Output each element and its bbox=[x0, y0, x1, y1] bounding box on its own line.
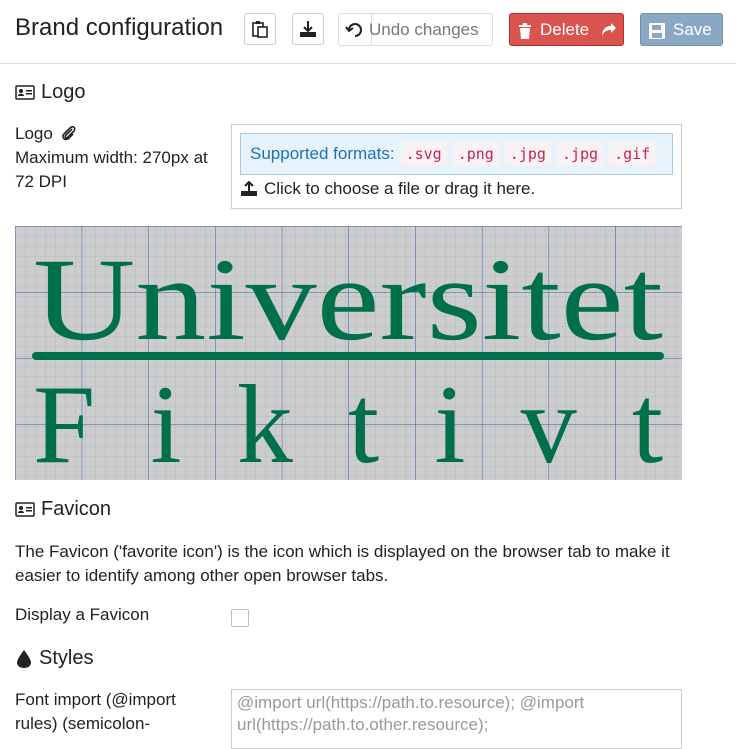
logo-max-width-hint: Maximum width: 270px at 72 DPI bbox=[15, 148, 208, 191]
save-label: Save bbox=[673, 20, 712, 39]
undo-icon bbox=[345, 22, 362, 37]
upload-icon bbox=[241, 181, 257, 196]
choose-file-text: Click to choose a file or drag it here. bbox=[264, 179, 536, 198]
logo-field-label: Logo bbox=[15, 122, 77, 146]
supported-formats-label: Supported formats: bbox=[250, 144, 395, 163]
favicon-section-heading: Favicon bbox=[15, 498, 111, 521]
format-chip: .svg bbox=[400, 142, 447, 166]
undo-icon-box bbox=[339, 14, 372, 45]
id-card-icon bbox=[15, 85, 35, 100]
undo-changes-button[interactable]: Undo changes bbox=[338, 13, 493, 46]
delete-button[interactable]: Delete bbox=[509, 13, 624, 46]
favicon-heading-text: Favicon bbox=[41, 498, 112, 520]
share-arrow-icon bbox=[602, 23, 616, 36]
top-toolbar: Brand configuration Undo changes Delete bbox=[0, 0, 736, 64]
id-card-icon bbox=[15, 502, 35, 517]
download-icon bbox=[300, 21, 316, 37]
favicon-description: The Favicon ('favorite icon') is the ico… bbox=[15, 542, 670, 585]
delete-label: Delete bbox=[540, 20, 590, 39]
format-chip: .jpg bbox=[556, 142, 604, 166]
tint-drop-icon bbox=[17, 649, 31, 668]
paperclip-icon bbox=[61, 125, 75, 141]
trash-icon bbox=[519, 23, 531, 39]
format-chip: .gif bbox=[609, 142, 656, 166]
format-chip: .png bbox=[452, 142, 499, 166]
styles-section-heading: Styles bbox=[15, 647, 93, 670]
styles-heading-text: Styles bbox=[39, 647, 94, 669]
download-button[interactable] bbox=[292, 13, 324, 45]
supported-formats-box: Supported formats: .svg .png .jpg .jpg .… bbox=[240, 133, 673, 175]
choose-file-prompt[interactable]: Click to choose a file or drag it here. bbox=[240, 179, 535, 199]
copy-button[interactable] bbox=[244, 13, 276, 45]
logo-dropzone[interactable]: Supported formats: .svg .png .jpg .jpg .… bbox=[231, 124, 682, 209]
logo-rule bbox=[32, 352, 664, 360]
logo-text-line1: Universitet bbox=[33, 234, 663, 365]
logo-heading-text: Logo bbox=[41, 81, 86, 103]
floppy-icon bbox=[649, 23, 665, 39]
page-title: Brand configuration bbox=[15, 14, 224, 41]
font-import-textarea[interactable]: @import url(https://path.to.resource); @… bbox=[231, 689, 682, 749]
font-import-label: Font import (@import rules) (semicolon- bbox=[15, 690, 176, 733]
format-chip: .jpg bbox=[504, 142, 551, 166]
logo-section-heading: Logo bbox=[15, 81, 86, 104]
clipboard-icon bbox=[252, 21, 268, 38]
logo-preview-image: Universitet Fiktivt bbox=[15, 226, 682, 480]
display-favicon-checkbox[interactable] bbox=[231, 609, 249, 627]
save-button[interactable]: Save bbox=[640, 13, 723, 46]
display-favicon-label: Display a Favicon bbox=[15, 605, 150, 624]
logo-label-text: Logo bbox=[15, 124, 53, 143]
undo-label: Undo changes bbox=[369, 20, 479, 39]
